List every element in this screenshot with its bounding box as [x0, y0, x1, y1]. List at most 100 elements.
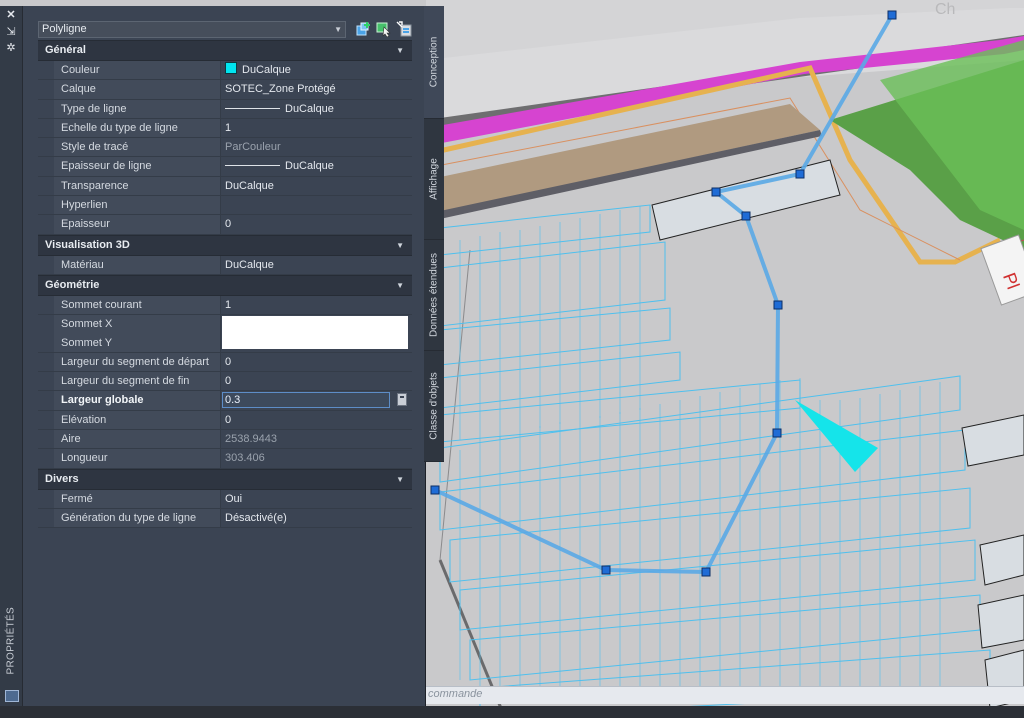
property-label: Style de tracé: [54, 138, 221, 157]
section-divers[interactable]: Divers ▼: [38, 468, 412, 490]
palette-titlebar: ✕ ⇲ ✲ PROPRIÉTÉS: [0, 6, 23, 706]
property-value-elevation[interactable]: 0: [221, 411, 412, 429]
property-row-type-de-ligne[interactable]: Type de ligne DuCalque: [38, 99, 412, 119]
property-value-largeur-depart[interactable]: 0: [221, 353, 412, 371]
property-value-text: DuCalque: [285, 160, 334, 173]
property-row-largeur-globale[interactable]: Largeur globale 0.3: [38, 391, 412, 411]
row-gutter: [38, 372, 54, 391]
property-value-couleur[interactable]: DuCalque: [221, 61, 412, 79]
tab-classe-objets[interactable]: Classe d'objets: [424, 351, 444, 462]
row-gutter: [38, 157, 54, 176]
row-gutter: [38, 61, 54, 80]
chevron-down-icon: ▼: [396, 474, 404, 484]
row-gutter: [38, 255, 54, 274]
drawing-label-top: Ch: [935, 1, 955, 18]
chevron-down-icon: ▼: [396, 240, 404, 250]
property-value-hyperlien[interactable]: [221, 196, 412, 214]
settings-icon[interactable]: ✲: [4, 42, 18, 54]
property-row-style-de-trace[interactable]: Style de tracé ParCouleur: [38, 138, 412, 158]
quick-select-icon[interactable]: [356, 21, 372, 37]
property-row-calque[interactable]: Calque SOTEC_Zone Protégé: [38, 80, 412, 100]
tab-donnees-etendues[interactable]: Données étendues: [424, 240, 444, 351]
row-gutter: [38, 118, 54, 138]
property-row-hyperlien[interactable]: Hyperlien: [38, 196, 412, 216]
property-label: Transparence: [54, 176, 221, 196]
property-value-text: DuCalque: [242, 64, 291, 76]
property-value-epaisseur[interactable]: 0: [221, 215, 412, 233]
row-gutter: [38, 138, 54, 157]
toggle-pickadd-icon[interactable]: [396, 21, 412, 37]
property-label: Epaisseur de ligne: [54, 157, 221, 176]
property-row-sommet-x[interactable]: Sommet X: [38, 315, 412, 350]
status-bar: [0, 706, 1024, 718]
property-value-text: DuCalque: [285, 102, 334, 115]
linetype-preview: [225, 107, 280, 109]
property-value-echelle[interactable]: 1: [221, 119, 412, 137]
property-row-aire[interactable]: Aire 2538.9443: [38, 430, 412, 450]
property-row-ferme[interactable]: Fermé Oui: [38, 489, 412, 509]
section-general[interactable]: Général ▼: [38, 40, 412, 61]
property-label: Couleur: [54, 61, 221, 80]
property-label: Epaisseur: [54, 215, 221, 234]
property-row-largeur-fin[interactable]: Largeur du segment de fin 0: [38, 372, 412, 392]
property-label: Génération du type de ligne: [54, 508, 221, 528]
row-gutter: [38, 176, 54, 196]
property-value-materiau[interactable]: DuCalque: [221, 256, 412, 274]
property-row-epaisseur[interactable]: Epaisseur 0: [38, 215, 412, 235]
property-label: Fermé: [54, 489, 221, 508]
row-gutter: [38, 295, 54, 315]
close-icon[interactable]: ✕: [4, 9, 18, 21]
property-label: Matériau: [54, 255, 221, 274]
property-value-transparence[interactable]: DuCalque: [221, 177, 412, 195]
property-label: Longueur: [54, 449, 221, 468]
property-value-epaisseur-de-ligne[interactable]: DuCalque: [221, 157, 412, 175]
section-geometrie[interactable]: Géométrie ▼: [38, 274, 412, 296]
property-row-materiau[interactable]: Matériau DuCalque: [38, 255, 412, 275]
property-row-sommet-courant[interactable]: Sommet courant 1: [38, 295, 412, 316]
row-gutter: [38, 489, 54, 508]
property-row-sommet-y[interactable]: Sommet Y: [38, 333, 412, 353]
property-row-epaisseur-de-ligne[interactable]: Epaisseur de ligne DuCalque: [38, 157, 412, 177]
property-row-elevation[interactable]: Elévation 0: [38, 410, 412, 431]
property-value-generation-type-ligne[interactable]: Désactivé(e): [221, 509, 412, 527]
property-label: Aire: [54, 430, 221, 449]
section-general-title: Général: [45, 44, 86, 56]
tab-conception[interactable]: Conception: [424, 6, 444, 119]
object-type-row: Polyligne ▼: [38, 18, 412, 40]
section-visualisation-3d[interactable]: Visualisation 3D ▼: [38, 234, 412, 256]
property-row-echelle[interactable]: Echelle du type de ligne 1: [38, 118, 412, 139]
property-value-largeur-fin[interactable]: 0: [221, 372, 412, 390]
property-label: Sommet X: [54, 315, 221, 334]
palette-menu-icon[interactable]: [5, 690, 19, 702]
row-gutter: [38, 508, 54, 528]
property-value-calque[interactable]: SOTEC_Zone Protégé: [221, 80, 412, 98]
property-label: Elévation: [54, 410, 221, 430]
row-gutter: [38, 430, 54, 449]
color-swatch: [225, 62, 237, 74]
largeur-globale-input[interactable]: 0.3: [222, 392, 390, 409]
property-value-type-de-ligne[interactable]: DuCalque: [221, 100, 412, 118]
property-label: Hyperlien: [54, 196, 221, 215]
calculator-icon[interactable]: [397, 393, 407, 407]
chevron-down-icon: ▼: [396, 280, 404, 290]
object-type-select[interactable]: Polyligne ▼: [38, 21, 346, 38]
property-value-ferme[interactable]: Oui: [221, 490, 412, 508]
tab-affichage[interactable]: Affichage: [424, 119, 444, 240]
properties-palette: ✕ ⇲ ✲ PROPRIÉTÉS Polyligne ▼ Général ▼ C…: [0, 6, 426, 706]
property-label: Type de ligne: [54, 99, 221, 118]
property-value-sommet-courant[interactable]: 1: [221, 296, 412, 314]
command-line[interactable]: commande: [426, 686, 1024, 704]
pin-icon[interactable]: ⇲: [4, 26, 18, 38]
property-row-couleur[interactable]: Couleur DuCalque: [38, 61, 412, 81]
chevron-down-icon: ▼: [396, 46, 404, 55]
property-value-style-de-trace: ParCouleur: [225, 141, 281, 154]
command-line-placeholder: commande: [428, 688, 483, 700]
property-row-largeur-depart[interactable]: Largeur du segment de départ 0: [38, 352, 412, 373]
section-visualisation-3d-title: Visualisation 3D: [45, 238, 130, 251]
property-label: Largeur du segment de départ: [54, 352, 221, 372]
row-gutter: [38, 315, 54, 334]
property-row-longueur[interactable]: Longueur 303.406: [38, 449, 412, 469]
select-objects-icon[interactable]: [376, 21, 392, 37]
property-row-generation-type-ligne[interactable]: Génération du type de ligne Désactivé(e): [38, 508, 412, 529]
property-row-transparence[interactable]: Transparence DuCalque: [38, 176, 412, 197]
